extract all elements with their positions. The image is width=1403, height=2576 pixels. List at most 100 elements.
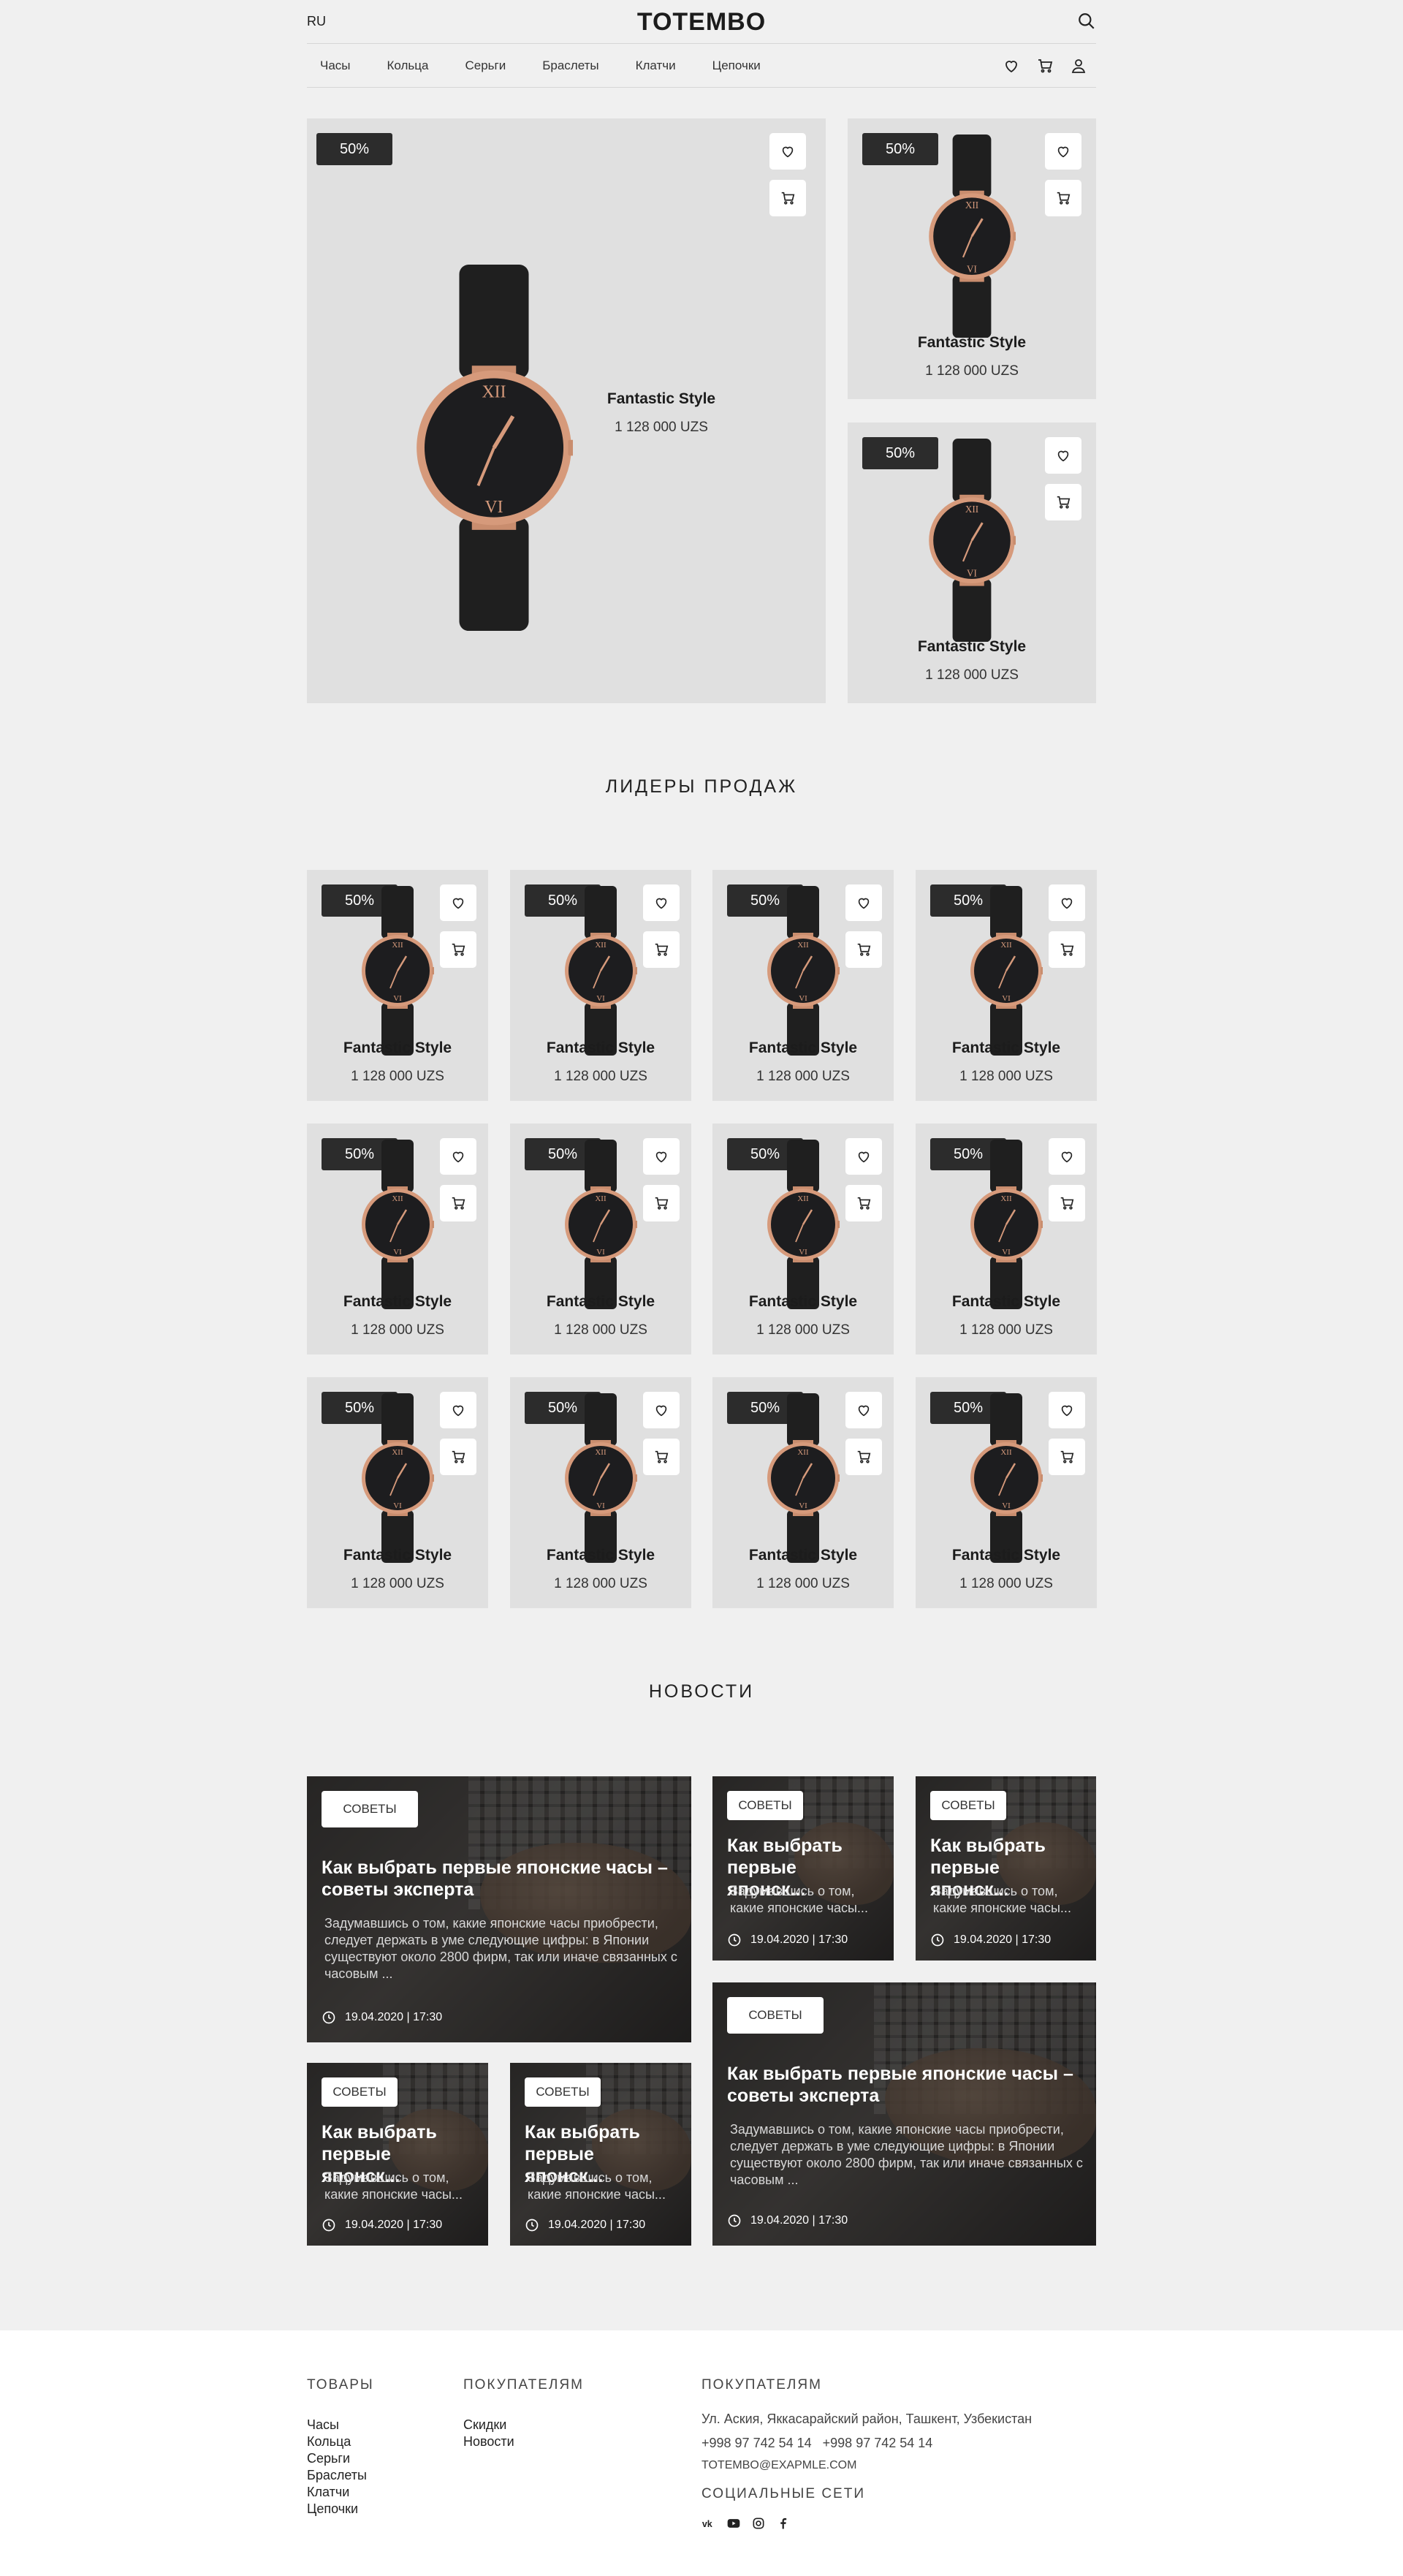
add-to-cart-button[interactable] xyxy=(643,1439,680,1475)
add-to-favorites-button[interactable] xyxy=(845,1392,882,1428)
add-to-favorites-button[interactable] xyxy=(845,884,882,921)
search-icon[interactable] xyxy=(1077,12,1096,31)
news-card[interactable]: СОВЕТЫ Как выбрать первые японск... Задума… xyxy=(712,1776,894,1961)
product-card[interactable]: 50% XII VI Fantastic Style 1 128 000 UZS xyxy=(916,1377,1097,1608)
product-card[interactable]: 50% XII VI Fantastic Style 1 128 000 UZS xyxy=(307,870,488,1101)
product-name[interactable]: Fantastic Style xyxy=(570,390,753,408)
add-to-cart-button[interactable] xyxy=(1045,180,1081,216)
product-card[interactable]: 50% XII VI Fantastic Style 1 128 000 UZS xyxy=(916,1124,1097,1355)
news-card[interactable]: СОВЕТЫ Как выбрать первые японск... Задума… xyxy=(510,2063,691,2246)
nav-item-earrings[interactable]: Серьги xyxy=(465,58,506,73)
add-to-cart-button[interactable] xyxy=(845,931,882,968)
vk-icon[interactable]: vk xyxy=(702,2516,716,2531)
add-to-favorites-button[interactable] xyxy=(440,884,476,921)
footer-link[interactable]: Браслеты xyxy=(307,2467,367,2484)
news-tag[interactable]: СОВЕТЫ xyxy=(322,1791,418,1827)
add-to-favorites-button[interactable] xyxy=(440,1392,476,1428)
product-name[interactable]: Fantastic Style xyxy=(510,1039,691,1057)
product-card[interactable]: 50% XII VI Fantastic Style 1 128 000 UZS xyxy=(712,1377,894,1608)
product-name[interactable]: Fantastic Style xyxy=(712,1039,894,1057)
news-card[interactable]: СОВЕТЫ Как выбрать первые японск... Задума… xyxy=(916,1776,1096,1961)
add-to-cart-button[interactable] xyxy=(1049,931,1085,968)
add-to-cart-button[interactable] xyxy=(845,1185,882,1221)
product-card[interactable]: 50% XII VI Fantastic Style 1 128 000 UZS xyxy=(712,1124,894,1355)
youtube-icon[interactable] xyxy=(726,2516,741,2531)
news-tag[interactable]: СОВЕТЫ xyxy=(525,2077,601,2107)
product-card[interactable]: 50% XII VI Fantastic Style 1 128 000 UZS xyxy=(848,118,1096,399)
add-to-cart-button[interactable] xyxy=(1045,484,1081,520)
product-name[interactable]: Fantastic Style xyxy=(307,1293,488,1311)
add-to-cart-button[interactable] xyxy=(440,1439,476,1475)
product-name[interactable]: Fantastic Style xyxy=(510,1293,691,1311)
footer-link[interactable]: Серьги xyxy=(307,2450,367,2467)
news-title[interactable]: Как выбрать первые японские часы – совет… xyxy=(322,1857,677,1901)
add-to-cart-button[interactable] xyxy=(1049,1439,1085,1475)
product-card[interactable]: 50% XII VI Fantastic Style 1 128 000 UZS xyxy=(916,870,1097,1101)
product-name[interactable]: Fantastic Style xyxy=(307,1039,488,1057)
add-to-favorites-button[interactable] xyxy=(1049,884,1085,921)
add-to-favorites-button[interactable] xyxy=(440,1138,476,1175)
add-to-favorites-button[interactable] xyxy=(1045,133,1081,170)
add-to-favorites-button[interactable] xyxy=(769,133,806,170)
logo[interactable]: TOTEMBO xyxy=(307,8,1096,37)
cart-icon[interactable] xyxy=(1036,57,1054,75)
add-to-favorites-button[interactable] xyxy=(1045,437,1081,474)
footer-phones[interactable]: +998 97 742 54 14 +998 97 742 54 14 xyxy=(702,2436,932,2451)
product-name[interactable]: Fantastic Style xyxy=(712,1547,894,1564)
add-to-favorites-button[interactable] xyxy=(845,1138,882,1175)
nav-item-watches[interactable]: Часы xyxy=(320,58,351,73)
product-name[interactable]: Fantastic Style xyxy=(307,1547,488,1564)
add-to-favorites-button[interactable] xyxy=(643,1138,680,1175)
product-card[interactable]: 50% XII VI Fantastic Style 1 128 000 UZS xyxy=(307,1124,488,1355)
news-title[interactable]: Как выбрать первые японские часы – совет… xyxy=(727,2063,1081,2107)
add-to-cart-button[interactable] xyxy=(440,931,476,968)
news-card[interactable]: СОВЕТЫ Как выбрать первые японские часы –… xyxy=(307,1776,691,2042)
nav-item-bracelets[interactable]: Браслеты xyxy=(542,58,598,73)
product-name[interactable]: Fantastic Style xyxy=(712,1293,894,1311)
nav-item-rings[interactable]: Кольца xyxy=(387,58,429,73)
product-card[interactable]: 50% XII VI Fantastic Style 1 128 000 UZS xyxy=(510,1124,691,1355)
product-name[interactable]: Fantastic Style xyxy=(510,1547,691,1564)
product-card[interactable]: 50% XII VI Fantastic Style 1 128 000 UZS xyxy=(510,1377,691,1608)
nav-item-chains[interactable]: Цепочки xyxy=(712,58,761,73)
product-card[interactable]: 50% XII VI Fantastic Style 1 128 000 UZS xyxy=(307,1377,488,1608)
news-tag[interactable]: СОВЕТЫ xyxy=(930,1791,1006,1820)
footer-buyers-list: Скидки Новости xyxy=(463,2417,514,2450)
add-to-cart-button[interactable] xyxy=(643,931,680,968)
product-name[interactable]: Fantastic Style xyxy=(848,638,1096,656)
footer-link[interactable]: Клатчи xyxy=(307,2484,367,2501)
news-card[interactable]: СОВЕТЫ Как выбрать первые японские часы –… xyxy=(712,1982,1096,2246)
add-to-cart-button[interactable] xyxy=(769,180,806,216)
news-tag[interactable]: СОВЕТЫ xyxy=(322,2077,398,2107)
product-card[interactable]: 50% XII VI Fantastic Style 1 128 000 UZS xyxy=(712,870,894,1101)
news-tag[interactable]: СОВЕТЫ xyxy=(727,1791,803,1820)
add-to-favorites-button[interactable] xyxy=(1049,1138,1085,1175)
favorites-icon[interactable] xyxy=(1003,57,1020,75)
product-card[interactable]: 50% XII VI Fantastic Style 1 128 000 UZS xyxy=(510,870,691,1101)
footer-email[interactable]: TOTEMBO@EXAPMLE.COM xyxy=(702,2459,856,2472)
add-to-cart-button[interactable] xyxy=(1049,1185,1085,1221)
footer-link[interactable]: Часы xyxy=(307,2417,367,2433)
add-to-favorites-button[interactable] xyxy=(643,884,680,921)
nav-item-clutches[interactable]: Клатчи xyxy=(636,58,676,73)
product-name[interactable]: Fantastic Style xyxy=(848,334,1096,352)
product-card[interactable]: 50% XII VI Fantastic Style 1 128 000 UZS xyxy=(307,118,826,703)
product-name[interactable]: Fantastic Style xyxy=(916,1547,1097,1564)
product-name[interactable]: Fantastic Style xyxy=(916,1293,1097,1311)
product-name[interactable]: Fantastic Style xyxy=(916,1039,1097,1057)
news-tag[interactable]: СОВЕТЫ xyxy=(727,1997,824,2034)
add-to-cart-button[interactable] xyxy=(845,1439,882,1475)
product-card[interactable]: 50% XII VI Fantastic Style 1 128 000 UZS xyxy=(848,423,1096,703)
instagram-icon[interactable] xyxy=(751,2516,766,2531)
footer-link[interactable]: Новости xyxy=(463,2433,514,2450)
news-card[interactable]: СОВЕТЫ Как выбрать первые японск... Задума… xyxy=(307,2063,488,2246)
footer-link[interactable]: Скидки xyxy=(463,2417,514,2433)
user-icon[interactable] xyxy=(1070,57,1087,75)
add-to-favorites-button[interactable] xyxy=(1049,1392,1085,1428)
footer-link[interactable]: Цепочки xyxy=(307,2501,367,2518)
facebook-icon[interactable] xyxy=(776,2516,791,2531)
add-to-cart-button[interactable] xyxy=(643,1185,680,1221)
add-to-favorites-button[interactable] xyxy=(643,1392,680,1428)
footer-link[interactable]: Кольца xyxy=(307,2433,367,2450)
add-to-cart-button[interactable] xyxy=(440,1185,476,1221)
